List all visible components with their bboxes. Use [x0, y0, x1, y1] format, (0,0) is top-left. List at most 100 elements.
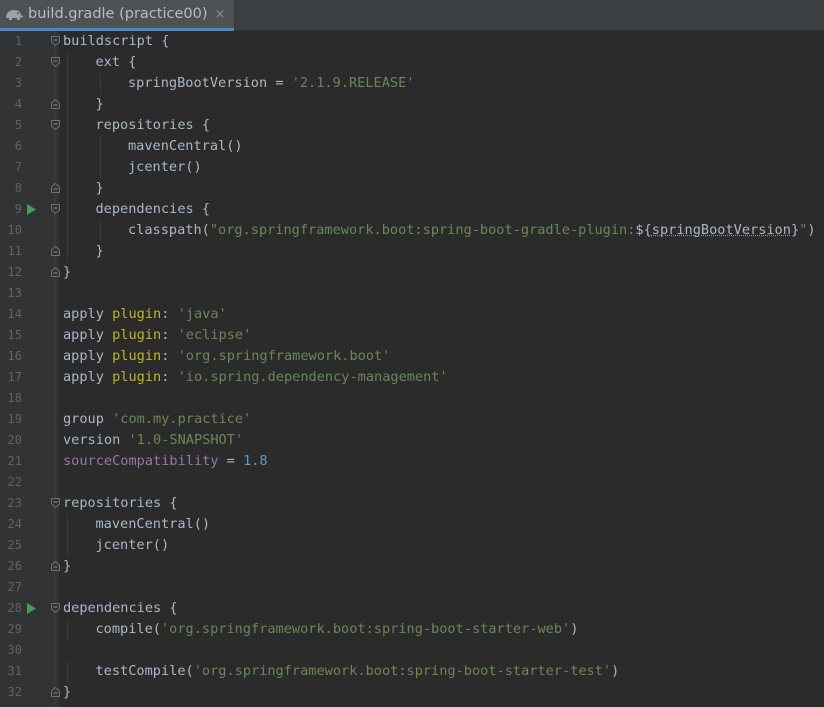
code-token: ext {	[95, 54, 137, 70]
line-number: 21	[7, 454, 22, 468]
code-text: mavenCentral()	[128, 136, 243, 157]
indent-guide	[99, 73, 101, 94]
fold-collapse-icon[interactable]	[51, 120, 60, 130]
code-token: 'com.my.practice'	[112, 411, 252, 427]
code-token: version	[63, 432, 129, 448]
code-line[interactable]: 24 mavenCentral()	[0, 514, 824, 535]
code-line[interactable]: 28 dependencies {	[0, 598, 824, 619]
code-line[interactable]: 9 dependencies {	[0, 199, 824, 220]
code-line[interactable]: 10 classpath("org.springframework.boot:sp…	[0, 220, 824, 241]
code-line[interactable]: 15 apply plugin: 'eclipse'	[0, 325, 824, 346]
line-number: 11	[7, 244, 22, 258]
code-text: apply plugin: 'io.spring.dependency-mana…	[63, 367, 448, 388]
code-token: jcenter()	[128, 159, 202, 175]
line-number: 29	[7, 622, 22, 636]
code-text: jcenter()	[128, 157, 202, 178]
line-number: 32	[7, 685, 22, 699]
code-text: ext {	[96, 52, 137, 73]
code-token: jcenter()	[95, 537, 170, 553]
code-line[interactable]: 20 version '1.0-SNAPSHOT'	[0, 430, 824, 451]
code-line[interactable]: 14 apply plugin: 'java'	[0, 304, 824, 325]
fold-collapse-icon[interactable]	[51, 204, 60, 214]
code-token: )	[807, 222, 816, 238]
code-token: mavenCentral()	[128, 138, 243, 154]
run-gutter-icon[interactable]	[26, 204, 36, 215]
code-text: apply plugin: 'org.springframework.boot'	[63, 346, 390, 367]
indent-guide	[67, 157, 68, 178]
line-number: 31	[7, 664, 22, 678]
fold-end-icon[interactable]	[51, 246, 60, 256]
code-line[interactable]: 19 group 'com.my.practice'	[0, 409, 824, 430]
code-line[interactable]: 25 jcenter()	[0, 535, 824, 556]
code-line[interactable]: 21 sourceCompatibility = 1.8	[0, 451, 824, 472]
code-text: jcenter()	[96, 535, 170, 556]
indent-guide	[67, 619, 68, 640]
code-line[interactable]: 26}	[0, 556, 824, 577]
fold-collapse-icon[interactable]	[51, 603, 60, 613]
code-line[interactable]: 13	[0, 283, 824, 304]
tab-build-gradle[interactable]: build.gradle (practice00) ×	[0, 0, 234, 31]
indent-guide	[99, 220, 101, 241]
code-line[interactable]: 31 testCompile('org.springframework.boot:…	[0, 661, 824, 682]
code-token: 1.8	[243, 453, 268, 469]
fold-collapse-icon[interactable]	[51, 498, 60, 508]
code-line[interactable]: 5 repositories {	[0, 115, 824, 136]
line-number: 12	[7, 265, 22, 279]
fold-end-icon[interactable]	[51, 561, 60, 571]
code-text: }	[63, 556, 71, 577]
code-line[interactable]: 4}	[0, 94, 824, 115]
run-gutter-icon[interactable]	[26, 603, 36, 614]
code-token: }	[95, 96, 104, 112]
code-text: sourceCompatibility = 1.8	[63, 451, 268, 472]
fold-end-icon[interactable]	[51, 267, 60, 277]
fold-end-icon[interactable]	[51, 99, 60, 109]
code-line[interactable]: 16 apply plugin: 'org.springframework.boo…	[0, 346, 824, 367]
code-token: group	[63, 411, 113, 427]
code-token: }	[63, 684, 72, 700]
code-token: mavenCentral()	[95, 516, 211, 532]
fold-end-icon[interactable]	[51, 687, 60, 697]
close-tab-icon[interactable]: ×	[214, 7, 225, 22]
code-line[interactable]: 1 buildscript {	[0, 31, 824, 52]
code-line[interactable]: 6 mavenCentral()	[0, 136, 824, 157]
indent-guide	[67, 73, 68, 94]
code-line[interactable]: 23 repositories {	[0, 493, 824, 514]
code-line[interactable]: 7 jcenter()	[0, 157, 824, 178]
code-editor[interactable]: 1 buildscript {2 ext {3 springBootVersion =…	[0, 31, 824, 707]
tab-title: build.gradle (practice00)	[28, 6, 208, 22]
code-line[interactable]: 3 springBootVersion = '2.1.9.RELEASE'	[0, 73, 824, 94]
code-line[interactable]: 18	[0, 388, 824, 409]
code-token: dependencies {	[63, 600, 178, 616]
code-token: 'java'	[177, 306, 227, 322]
line-number: 10	[7, 223, 22, 237]
code-line[interactable]: 30	[0, 640, 824, 661]
code-token: classpath(	[128, 222, 210, 238]
code-token: }	[63, 558, 72, 574]
code-line[interactable]: 29 compile('org.springframework.boot:spri…	[0, 619, 824, 640]
code-line[interactable]: 11}	[0, 241, 824, 262]
code-token: }	[95, 243, 104, 259]
code-line[interactable]: 8}	[0, 178, 824, 199]
code-line[interactable]: 2 ext {	[0, 52, 824, 73]
indent-guide	[67, 220, 68, 241]
code-text: dependencies {	[96, 199, 211, 220]
fold-collapse-icon[interactable]	[51, 36, 60, 46]
fold-end-icon[interactable]	[51, 183, 60, 193]
indent-guide	[67, 535, 68, 556]
code-token: }	[95, 180, 104, 196]
code-line[interactable]: 27	[0, 577, 824, 598]
line-number: 22	[7, 475, 22, 489]
indent-guide	[67, 52, 68, 73]
indent-guide	[67, 94, 68, 115]
code-token: 'org.springframework.boot:spring-boot-st…	[160, 621, 571, 637]
code-line[interactable]: 17 apply plugin: 'io.spring.dependency-ma…	[0, 367, 824, 388]
line-number: 18	[7, 391, 22, 405]
code-token: :	[161, 306, 178, 322]
code-line[interactable]: 22	[0, 472, 824, 493]
line-number: 20	[7, 433, 22, 447]
code-token: sourceCompatibility	[63, 453, 219, 469]
line-number: 1	[14, 34, 22, 48]
code-line[interactable]: 32}	[0, 682, 824, 703]
fold-collapse-icon[interactable]	[51, 57, 60, 67]
code-line[interactable]: 12}	[0, 262, 824, 283]
